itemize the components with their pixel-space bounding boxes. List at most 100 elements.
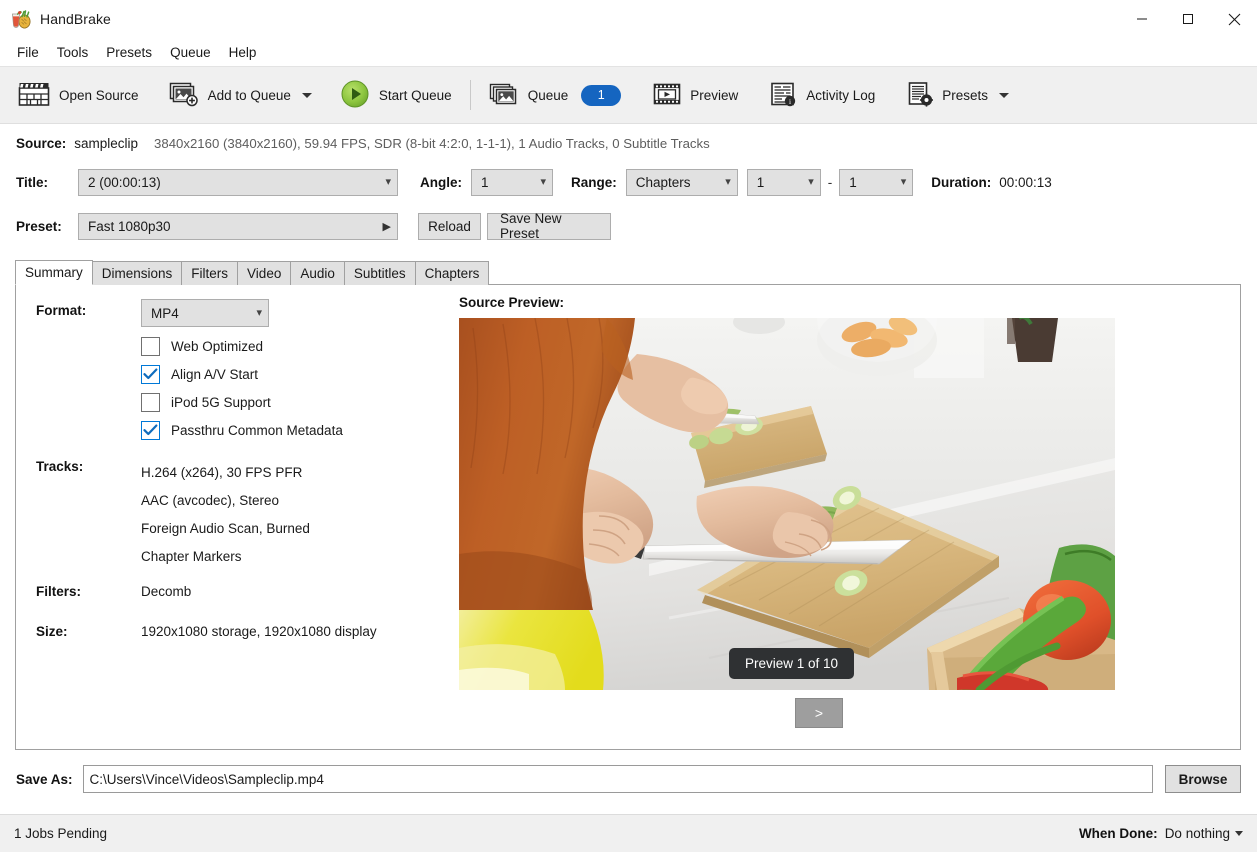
passthru-common-metadata-checkbox[interactable] bbox=[141, 421, 160, 440]
menu-help[interactable]: Help bbox=[220, 42, 266, 63]
open-source-label: Open Source bbox=[59, 88, 139, 103]
web-optimized-checkbox[interactable] bbox=[141, 337, 160, 356]
presets-gear-doc-icon bbox=[907, 81, 933, 110]
range-end-select[interactable]: 1 ▾ bbox=[839, 169, 913, 196]
jobs-pending-status: 1 Jobs Pending bbox=[14, 826, 107, 841]
browse-label: Browse bbox=[1179, 772, 1228, 787]
check-icon bbox=[143, 424, 158, 436]
save-as-label: Save As: bbox=[16, 772, 73, 787]
duration-value: 00:00:13 bbox=[999, 175, 1052, 190]
tab-dimensions-label: Dimensions bbox=[102, 266, 173, 281]
tab-filters[interactable]: Filters bbox=[181, 261, 238, 285]
ipod-5g-support-label: iPod 5G Support bbox=[171, 395, 271, 410]
tab-subtitles[interactable]: Subtitles bbox=[344, 261, 416, 285]
chevron-right-icon: ▶ bbox=[383, 220, 391, 233]
tabs-container: Summary Dimensions Filters Video Audio S… bbox=[0, 260, 1257, 285]
title-label: Title: bbox=[16, 175, 78, 190]
main-content: Source: sampleclip 3840x2160 (3840x2160)… bbox=[0, 124, 1257, 814]
preset-select[interactable]: Fast 1080p30 ▶ bbox=[78, 213, 398, 240]
tab-chapters[interactable]: Chapters bbox=[415, 261, 490, 285]
add-to-queue-label: Add to Queue bbox=[208, 88, 291, 103]
when-done-label: When Done: bbox=[1079, 826, 1158, 841]
menu-bar: File Tools Presets Queue Help bbox=[0, 39, 1257, 67]
tracks-row: Tracks: H.264 (x264), 30 FPS PFR AAC (av… bbox=[36, 459, 446, 571]
tab-filters-label: Filters bbox=[191, 266, 228, 281]
main-toolbar: Open Source Add to Queue bbox=[0, 67, 1257, 124]
web-optimized-label: Web Optimized bbox=[171, 339, 263, 354]
minimize-button[interactable] bbox=[1119, 0, 1165, 38]
ipod-5g-support-checkbox-row[interactable]: iPod 5G Support bbox=[141, 388, 446, 416]
close-button[interactable] bbox=[1211, 0, 1257, 38]
tab-chapters-label: Chapters bbox=[425, 266, 480, 281]
image-stack-icon bbox=[489, 81, 519, 110]
angle-select-value: 1 bbox=[481, 175, 534, 190]
range-start-select[interactable]: 1 ▾ bbox=[747, 169, 821, 196]
chevron-down-icon: ▾ bbox=[256, 308, 262, 319]
source-row: Source: sampleclip 3840x2160 (3840x2160)… bbox=[0, 128, 1257, 158]
save-as-row: Save As: C:\Users\Vince\Videos\Samplecli… bbox=[0, 765, 1257, 793]
chevron-down-icon bbox=[1235, 831, 1243, 836]
film-clapper-icon bbox=[18, 81, 50, 110]
passthru-common-metadata-checkbox-row[interactable]: Passthru Common Metadata bbox=[141, 416, 446, 444]
menu-file[interactable]: File bbox=[8, 42, 48, 63]
play-icon bbox=[340, 79, 370, 112]
summary-right-column: Source Preview: bbox=[446, 285, 1240, 749]
save-as-input[interactable]: C:\Users\Vince\Videos\Sampleclip.mp4 bbox=[83, 765, 1153, 793]
track-line: Chapter Markers bbox=[141, 543, 310, 571]
source-preview-label: Source Preview: bbox=[459, 295, 1240, 310]
size-value: 1920x1080 storage, 1920x1080 display bbox=[141, 624, 377, 639]
handbrake-window: HandBrake File Tools Presets Queue Help bbox=[0, 0, 1257, 852]
title-select[interactable]: 2 (00:00:13) ▾ bbox=[78, 169, 398, 196]
align-av-start-checkbox[interactable] bbox=[141, 365, 160, 384]
preview-next-button[interactable]: > bbox=[795, 698, 843, 728]
add-to-queue-button[interactable]: Add to Queue bbox=[159, 73, 322, 117]
queue-button[interactable]: Queue 1 bbox=[479, 73, 632, 117]
preview-button[interactable]: Preview bbox=[643, 73, 748, 117]
status-bar: 1 Jobs Pending When Done: Do nothing bbox=[0, 814, 1257, 852]
chevron-down-icon[interactable] bbox=[302, 93, 312, 98]
tab-subtitles-label: Subtitles bbox=[354, 266, 406, 281]
preset-select-value: Fast 1080p30 bbox=[88, 219, 383, 234]
add-image-stack-icon bbox=[169, 81, 199, 110]
start-queue-button[interactable]: Start Queue bbox=[330, 73, 462, 117]
size-label: Size: bbox=[36, 624, 141, 639]
title-bar: HandBrake bbox=[0, 0, 1257, 39]
web-optimized-checkbox-row[interactable]: Web Optimized bbox=[141, 332, 446, 360]
title-select-value: 2 (00:00:13) bbox=[88, 175, 379, 190]
format-select[interactable]: MP4 ▾ bbox=[141, 299, 269, 327]
tab-summary-label: Summary bbox=[25, 265, 83, 280]
menu-queue[interactable]: Queue bbox=[161, 42, 220, 63]
align-av-start-checkbox-row[interactable]: Align A/V Start bbox=[141, 360, 446, 388]
tab-summary[interactable]: Summary bbox=[15, 260, 93, 285]
presets-chevron-down-icon[interactable] bbox=[999, 93, 1009, 98]
tab-video-label: Video bbox=[247, 266, 281, 281]
filters-label: Filters: bbox=[36, 584, 141, 599]
range-type-select[interactable]: Chapters ▾ bbox=[626, 169, 738, 196]
tracks-label: Tracks: bbox=[36, 459, 141, 571]
browse-button[interactable]: Browse bbox=[1165, 765, 1241, 793]
minimize-icon bbox=[1136, 13, 1148, 25]
save-new-preset-button[interactable]: Save New Preset bbox=[487, 213, 611, 240]
tab-dimensions[interactable]: Dimensions bbox=[92, 261, 183, 285]
tab-audio-label: Audio bbox=[300, 266, 335, 281]
format-row: Format: MP4 ▾ bbox=[36, 299, 446, 327]
activity-log-button[interactable]: i Activity Log bbox=[760, 73, 885, 117]
menu-tools[interactable]: Tools bbox=[48, 42, 98, 63]
presets-button[interactable]: Presets bbox=[897, 73, 1019, 117]
tracks-list: H.264 (x264), 30 FPS PFR AAC (avcodec), … bbox=[141, 459, 310, 571]
align-av-start-label: Align A/V Start bbox=[171, 367, 258, 382]
queue-label: Queue bbox=[528, 88, 569, 103]
source-name: sampleclip bbox=[74, 136, 138, 151]
tab-audio[interactable]: Audio bbox=[290, 261, 345, 285]
open-source-button[interactable]: Open Source bbox=[8, 73, 149, 117]
when-done-select[interactable]: Do nothing bbox=[1165, 826, 1243, 841]
reload-button[interactable]: Reload bbox=[418, 213, 481, 240]
menu-presets[interactable]: Presets bbox=[97, 42, 161, 63]
ipod-5g-support-checkbox[interactable] bbox=[141, 393, 160, 412]
source-info: 3840x2160 (3840x2160), 59.94 FPS, SDR (8… bbox=[154, 136, 710, 151]
check-icon bbox=[143, 368, 158, 380]
summary-left-column: Format: MP4 ▾ Web Optimized bbox=[16, 285, 446, 749]
maximize-button[interactable] bbox=[1165, 0, 1211, 38]
tab-video[interactable]: Video bbox=[237, 261, 291, 285]
angle-select[interactable]: 1 ▾ bbox=[471, 169, 553, 196]
